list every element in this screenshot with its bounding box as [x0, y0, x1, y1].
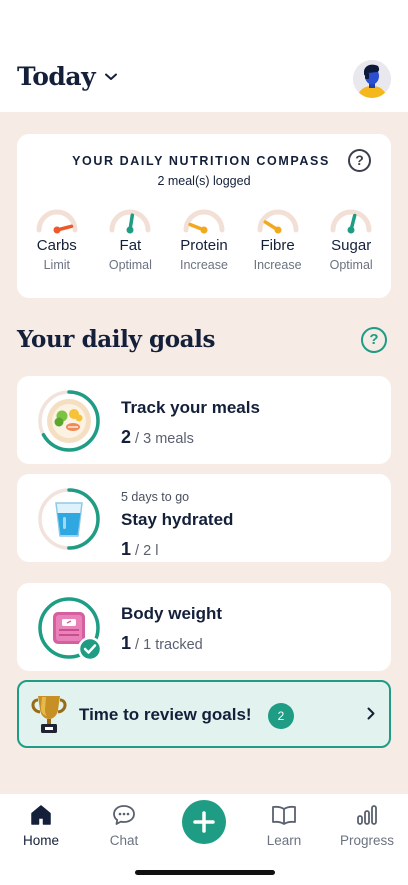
tab-label: Home	[22, 833, 59, 848]
review-goals-label: Time to review goals!	[79, 705, 252, 724]
goal-progress-text: 2 / 3 meals	[121, 427, 194, 447]
goal-deadline: 5 days to go	[121, 490, 190, 504]
gauge-fat[interactable]: Fat Optimal	[94, 206, 168, 272]
goal-card-hydration[interactable]: 5 days to go Stay hydrated 1 / 2 l	[17, 474, 391, 562]
goal-card-weight[interactable]: Body weight 1 / 1 tracked	[17, 583, 391, 671]
tab-home[interactable]: Home	[1, 804, 81, 848]
trophy-icon	[29, 692, 69, 741]
goal-title: Body weight	[121, 604, 223, 623]
chevron-right-icon	[367, 707, 375, 725]
tab-chat[interactable]: Chat	[84, 804, 164, 848]
gauge-label: Protein	[180, 237, 228, 254]
gauge-fibre[interactable]: Fibre Increase	[241, 206, 315, 272]
scale-icon	[53, 612, 85, 644]
gauge-dial-icon	[183, 209, 225, 234]
goal-progress-text: 1 / 1 tracked	[121, 633, 203, 653]
header: Today	[0, 0, 408, 112]
nutrition-compass-card: YOUR DAILY NUTRITION COMPASS ? 2 meal(s)…	[17, 134, 391, 298]
avatar[interactable]	[353, 60, 391, 98]
day-picker[interactable]: Today	[17, 62, 118, 91]
goal-title: Stay hydrated	[121, 510, 234, 529]
gauge-label: Carbs	[36, 237, 77, 254]
gauge-protein[interactable]: Protein Increase	[167, 206, 241, 272]
nutrient-gauges: Carbs Limit Fat Optimal Protein Increase Fibre…	[20, 206, 388, 272]
gauge-status: Increase	[180, 258, 228, 272]
tab-progress[interactable]: Progress	[327, 804, 407, 848]
bar-chart-icon	[355, 804, 379, 826]
review-goals-banner[interactable]: Time to review goals! 2	[17, 680, 391, 748]
gauge-sugar[interactable]: Sugar Optimal	[314, 206, 388, 272]
gauge-status: Limit	[43, 258, 70, 272]
progress-ring	[37, 389, 101, 453]
goal-text: Body weight 1 / 1 tracked	[121, 604, 222, 654]
goal-text: 5 days to go Stay hydrated 1 / 2 l	[121, 490, 233, 560]
add-icon	[182, 811, 226, 848]
help-icon[interactable]: ?	[348, 149, 371, 172]
meal-plate-icon	[47, 399, 91, 443]
page-title: Today	[17, 62, 96, 91]
compass-title: YOUR DAILY NUTRITION COMPASS	[72, 154, 330, 168]
water-glass-icon	[55, 502, 83, 537]
gauge-dial-icon	[109, 209, 151, 234]
goals-heading: Your daily goals	[17, 326, 216, 353]
check-badge-icon	[77, 636, 103, 662]
tab-learn[interactable]: Learn	[244, 804, 324, 848]
goal-text: Track your meals 2 / 3 meals	[121, 398, 260, 448]
gauge-dial-icon	[36, 209, 78, 234]
gauge-label: Fat	[119, 237, 142, 254]
home-icon	[30, 804, 52, 826]
gauge-dial-icon	[330, 209, 372, 234]
meals-logged-text: 2 meal(s) logged	[157, 174, 251, 188]
gauge-status: Increase	[253, 258, 302, 272]
chat-icon	[112, 804, 136, 826]
chevron-down-icon	[105, 73, 118, 81]
main-content[interactable]: YOUR DAILY NUTRITION COMPASS ? 2 meal(s)…	[0, 112, 408, 793]
gauge-label: Fibre	[260, 237, 295, 254]
goal-card-meals[interactable]: Track your meals 2 / 3 meals	[17, 376, 391, 464]
progress-ring	[37, 596, 103, 662]
gauge-carbs[interactable]: Carbs Limit	[20, 206, 94, 272]
add-button[interactable]	[182, 800, 226, 844]
goal-title: Track your meals	[121, 398, 260, 417]
book-icon	[271, 804, 297, 826]
progress-ring	[37, 487, 101, 551]
tab-label: Learn	[266, 833, 302, 848]
home-indicator	[135, 870, 275, 875]
goal-progress-text: 1 / 2 l	[121, 539, 159, 559]
gauge-label: Sugar	[331, 237, 372, 254]
tab-label: Chat	[109, 833, 139, 848]
tab-label: Progress	[339, 833, 395, 848]
review-count-badge: 2	[268, 703, 294, 729]
gauge-status: Optimal	[108, 258, 152, 272]
gauge-status: Optimal	[329, 258, 373, 272]
gauge-dial-icon	[257, 209, 299, 234]
goals-help-icon[interactable]: ?	[361, 327, 387, 353]
